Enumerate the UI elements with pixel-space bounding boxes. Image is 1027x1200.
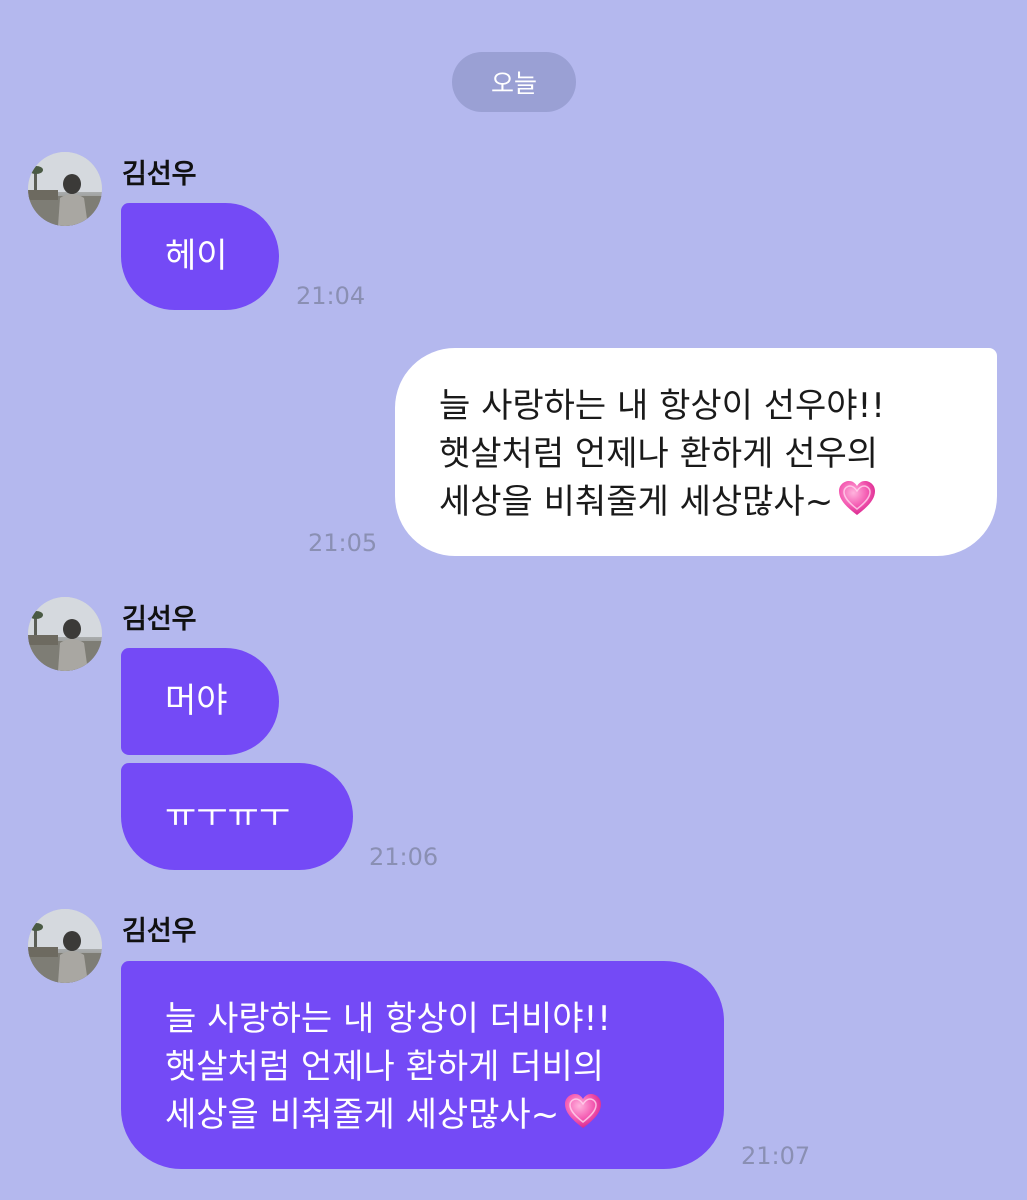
date-divider: 오늘 — [452, 52, 576, 112]
message-bubble[interactable]: 늘 사랑하는 내 항상이 선우야!! 햇살처럼 언제나 환하게 선우의 세상을 … — [395, 348, 997, 556]
sender-name: 김선우 — [122, 159, 197, 190]
message-bubble[interactable]: 헤이 — [121, 203, 279, 310]
message-bubble[interactable]: ㅠㅜㅠㅜ — [121, 763, 353, 870]
avatar[interactable] — [28, 597, 102, 671]
sender-name: 김선우 — [122, 916, 197, 947]
avatar[interactable] — [28, 152, 102, 226]
message-text: 늘 사랑하는 내 항상이 선우야!! 햇살처럼 언제나 환하게 선우의 세상을 … — [439, 386, 885, 522]
message-time: 21:06 — [369, 843, 439, 871]
message-time: 21:05 — [308, 529, 378, 557]
message-time: 21:04 — [296, 282, 366, 310]
heart-emoji-icon — [837, 479, 877, 532]
message-text: 늘 사랑하는 내 항상이 더비야!! 햇살처럼 언제나 환하게 더비의 세상을 … — [165, 999, 611, 1135]
sender-name: 김선우 — [122, 604, 197, 635]
message-bubble[interactable]: 머야 — [121, 648, 279, 755]
avatar[interactable] — [28, 909, 102, 983]
heart-emoji-icon — [563, 1092, 603, 1145]
message-time: 21:07 — [741, 1142, 811, 1170]
message-bubble[interactable]: 늘 사랑하는 내 항상이 더비야!! 햇살처럼 언제나 환하게 더비의 세상을 … — [121, 961, 724, 1169]
